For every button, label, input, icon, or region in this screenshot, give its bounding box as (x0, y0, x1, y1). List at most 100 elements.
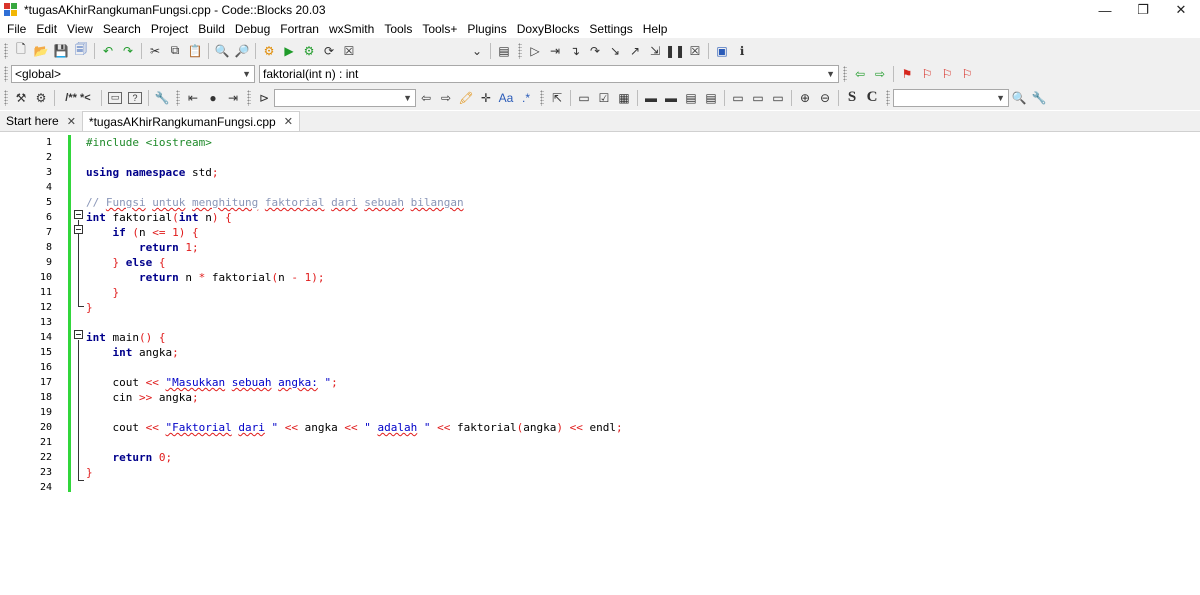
widget-a-icon[interactable]: ▬ (642, 89, 660, 107)
menu-plugins[interactable]: Plugins (462, 20, 511, 38)
toolbar-grip[interactable] (886, 89, 890, 106)
menu-project[interactable]: Project (146, 20, 193, 38)
image-widget-icon[interactable]: ▦ (615, 89, 633, 107)
tab-start-here[interactable]: Start here ✕ (0, 111, 82, 131)
html-docs-icon[interactable]: ▭ (108, 91, 122, 104)
toolbar-grip[interactable] (4, 66, 8, 82)
match-case-icon[interactable]: Aa (497, 89, 515, 107)
next-line-icon[interactable]: ↴ (566, 42, 584, 60)
save-icon[interactable]: 💾 (52, 42, 70, 60)
build-target-icon[interactable]: ▤ (495, 42, 513, 60)
doxy-comment-button[interactable]: /** *< (59, 89, 97, 107)
clear-bookmarks-icon[interactable]: ⚐ (958, 65, 976, 83)
symbol-search-input[interactable]: ▼ (893, 88, 1009, 107)
stop-debugger-icon[interactable]: ☒ (686, 42, 704, 60)
next-marker-icon[interactable]: ⇥ (224, 89, 242, 107)
incremental-search-icon[interactable]: ⊳ (255, 89, 273, 107)
widget-d-icon[interactable]: ▤ (702, 89, 720, 107)
selection-only-icon[interactable]: ✛ (477, 89, 495, 107)
widget-e-icon[interactable]: ▭ (729, 89, 747, 107)
widget-b-icon[interactable]: ▬ (662, 89, 680, 107)
replace-icon[interactable]: 🔎 (233, 42, 251, 60)
menu-fortran[interactable]: Fortran (275, 20, 324, 38)
various-info-icon[interactable]: ℹ (733, 42, 751, 60)
menu-search[interactable]: Search (98, 20, 146, 38)
search-symbol-icon[interactable]: 🔍 (1010, 89, 1028, 107)
settings-wrench-icon[interactable]: 🔧 (1030, 89, 1048, 107)
widget-g-icon[interactable]: ▭ (769, 89, 787, 107)
widget-c-icon[interactable]: ▤ (682, 89, 700, 107)
zoom-out-icon[interactable]: ⊖ (816, 89, 834, 107)
build-and-run-icon[interactable]: ⚙ (300, 42, 318, 60)
menu-build[interactable]: Build (193, 20, 230, 38)
step-into-icon[interactable]: ↘ (606, 42, 624, 60)
menu-wxsmith[interactable]: wxSmith (324, 20, 379, 38)
menu-doxyblocks[interactable]: DoxyBlocks (512, 20, 585, 38)
pointer-icon[interactable]: ⇱ (548, 89, 566, 107)
paste-icon[interactable]: 📋 (186, 42, 204, 60)
widget-f-icon[interactable]: ▭ (749, 89, 767, 107)
fold-toggle-icon[interactable] (74, 330, 83, 339)
find-icon[interactable]: 🔍 (213, 42, 231, 60)
step-out-icon[interactable]: ↗ (626, 42, 644, 60)
abort-icon[interactable]: ☒ (340, 42, 358, 60)
build-gear-icon[interactable]: ⚙ (260, 42, 278, 60)
close-icon[interactable]: ✕ (284, 115, 293, 128)
run-icon[interactable]: ▶ (280, 42, 298, 60)
extract-docs-icon[interactable]: ⚙ (32, 89, 50, 107)
debugging-windows-icon[interactable]: ▣ (713, 42, 731, 60)
toolbar-grip[interactable] (518, 42, 522, 59)
save-all-icon[interactable]: 🗐 (72, 42, 90, 60)
run-to-cursor-icon[interactable]: ⇥ (546, 42, 564, 60)
fold-toggle-icon[interactable] (74, 210, 83, 219)
minimize-button[interactable]: — (1086, 0, 1124, 20)
copy-icon[interactable]: ⧉ (166, 42, 184, 60)
fold-toggle-icon[interactable] (74, 225, 83, 234)
prev-marker-icon[interactable]: ⇤ (184, 89, 202, 107)
menu-tools-plus[interactable]: Tools+ (417, 20, 462, 38)
menu-help[interactable]: Help (638, 20, 673, 38)
rebuild-icon[interactable]: ⟳ (320, 42, 338, 60)
code-text-area[interactable]: #include <iostream> using namespace std; /… (86, 132, 1200, 595)
next-instruction-icon[interactable]: ↷ (586, 42, 604, 60)
s-symbol-icon[interactable]: S (843, 89, 861, 107)
menu-debug[interactable]: Debug (230, 20, 275, 38)
toolbar-grip[interactable] (540, 89, 544, 106)
restore-button[interactable]: ❐ (1124, 0, 1162, 20)
undo-icon[interactable]: ↶ (99, 42, 117, 60)
frame-icon[interactable]: ▭ (575, 89, 593, 107)
toolbar-grip[interactable] (4, 42, 8, 59)
search-previous-icon[interactable]: ⇦ (417, 89, 435, 107)
close-icon[interactable]: ✕ (67, 115, 76, 128)
jump-forward-icon[interactable]: ⇨ (871, 65, 889, 83)
jump-back-icon[interactable]: ⇦ (851, 65, 869, 83)
toolbar-grip[interactable] (4, 89, 8, 106)
menu-file[interactable]: File (2, 20, 31, 38)
c-symbol-icon[interactable]: C (863, 89, 881, 107)
open-file-icon[interactable]: 📂 (32, 42, 50, 60)
redo-icon[interactable]: ↷ (119, 42, 137, 60)
checkbox-widget-icon[interactable]: ☑ (595, 89, 613, 107)
function-combo[interactable]: faktorial(int n) : int ▼ (259, 65, 839, 83)
toggle-bookmark-icon[interactable]: ⚑ (898, 65, 916, 83)
highlight-icon[interactable]: 🖍 (457, 89, 475, 107)
pause-icon[interactable]: ❚❚ (665, 42, 685, 60)
menu-settings[interactable]: Settings (584, 20, 637, 38)
new-file-icon[interactable]: 🗋 (12, 42, 30, 60)
doxywizard-icon[interactable]: ⚒ (12, 89, 30, 107)
toolbar-grip[interactable] (843, 66, 847, 82)
debug-continue-icon[interactable]: ▷ (526, 42, 544, 60)
menu-edit[interactable]: Edit (31, 20, 62, 38)
close-button[interactable]: ✕ (1162, 0, 1200, 20)
scope-combo[interactable]: <global> ▼ (11, 65, 255, 83)
code-editor[interactable]: 1 2 3 4 5 6 7 8 9 10 11 12 13 14 15 16 17 18 19 20 21 22 23 24 … (0, 132, 1200, 595)
zoom-in-icon[interactable]: ⊕ (796, 89, 814, 107)
step-into-instruction-icon[interactable]: ⇲ (646, 42, 664, 60)
target-dropdown-chevron-icon[interactable]: ⌄ (468, 42, 486, 60)
next-bookmark-icon[interactable]: ⚐ (938, 65, 956, 83)
toolbar-grip[interactable] (176, 89, 180, 106)
menu-view[interactable]: View (62, 20, 98, 38)
tab-tugasakhir-cpp[interactable]: *tugasAKhirRangkumanFungsi.cpp ✕ (81, 111, 300, 131)
incremental-search-input[interactable]: ▼ (274, 88, 416, 107)
regex-icon[interactable]: .* (517, 89, 535, 107)
